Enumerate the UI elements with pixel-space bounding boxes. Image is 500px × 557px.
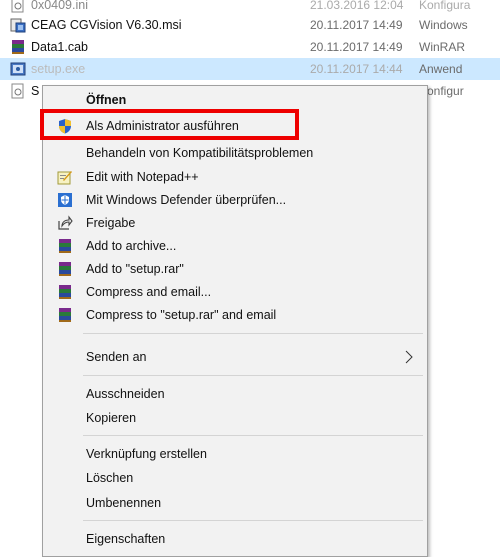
file-name: S: [31, 84, 40, 98]
menu-item-label: Compress to "setup.rar" and email: [86, 307, 277, 322]
msi-installer-icon: [10, 18, 26, 33]
menu-item-label: Edit with Notepad++: [86, 169, 199, 184]
menu-item-copy[interactable]: Kopieren: [43, 406, 427, 429]
menu-item-open[interactable]: Öffnen: [43, 88, 427, 111]
menu-item-send-to[interactable]: Senden an: [43, 345, 427, 368]
menu-item-label: Add to archive...: [86, 238, 177, 253]
context-menu: Öffnen Als Administrator ausführen Behan…: [42, 85, 428, 557]
menu-item-label: Löschen: [86, 470, 134, 485]
menu-item-label: Verknüpfung erstellen: [86, 446, 207, 461]
windows-defender-icon: [58, 192, 72, 207]
file-row-selected[interactable]: setup.exe 20.11.2017 14:44 Anwend: [0, 58, 500, 80]
menu-item-compress-email[interactable]: Compress and email...: [43, 280, 427, 303]
menu-separator: [83, 375, 423, 376]
file-type: Windows: [419, 18, 468, 32]
file-type: Anwend: [419, 62, 463, 76]
share-icon: [58, 214, 73, 230]
file-date: 20.11.2017 14:49: [310, 18, 403, 32]
winrar-icon: [59, 307, 71, 322]
winrar-icon: [59, 238, 71, 253]
menu-item-label: Compress and email...: [86, 284, 212, 299]
menu-item-create-shortcut[interactable]: Verknüpfung erstellen: [43, 442, 427, 465]
menu-item-label: Freigabe: [86, 215, 136, 230]
menu-item-add-to-setup-rar[interactable]: Add to "setup.rar": [43, 257, 427, 280]
chevron-right-icon: [405, 350, 413, 363]
winrar-icon: [59, 284, 71, 299]
menu-item-label: Öffnen: [86, 92, 127, 107]
file-name: CEAG CGVision V6.30.msi: [31, 18, 182, 32]
menu-item-label: Add to "setup.rar": [86, 261, 184, 276]
ini-file-icon: [11, 83, 24, 99]
menu-item-label: Senden an: [86, 349, 147, 364]
menu-item-label: Behandeln von Kompatibilitätsproblemen: [86, 145, 314, 160]
menu-item-label: Umbenennen: [86, 495, 162, 510]
menu-item-share[interactable]: Freigabe: [43, 211, 427, 234]
file-type: Konfigura: [419, 0, 471, 12]
menu-item-properties[interactable]: Eigenschaften: [43, 527, 427, 550]
winrar-archive-icon: [12, 40, 24, 54]
file-type: WinRAR: [419, 40, 466, 54]
menu-item-rename[interactable]: Umbenennen: [43, 491, 427, 514]
setup-exe-icon: [10, 62, 26, 76]
file-name: Data1.cab: [31, 40, 88, 54]
file-date: 20.11.2017 14:44: [310, 62, 403, 76]
annotation-highlight-box: [40, 109, 299, 140]
file-name: setup.exe: [31, 62, 86, 76]
menu-item-cut[interactable]: Ausschneiden: [43, 382, 427, 405]
notepad-plus-plus-icon: [57, 170, 72, 184]
winrar-icon: [59, 261, 71, 276]
menu-item-compatibility[interactable]: Behandeln von Kompatibilitätsproblemen: [43, 141, 427, 164]
menu-item-label: Eigenschaften: [86, 531, 166, 546]
menu-item-label: Ausschneiden: [86, 386, 165, 401]
menu-item-add-to-archive[interactable]: Add to archive...: [43, 234, 427, 257]
file-row[interactable]: Data1.cab 20.11.2017 14:49 WinRAR: [0, 36, 500, 58]
menu-separator: [83, 520, 423, 521]
file-name: 0x0409.ini: [31, 0, 88, 12]
menu-item-defender-scan[interactable]: Mit Windows Defender überprüfen...: [43, 188, 427, 211]
menu-separator: [83, 333, 423, 334]
file-row[interactable]: CEAG CGVision V6.30.msi 20.11.2017 14:49…: [0, 14, 500, 36]
menu-separator: [83, 435, 423, 436]
file-date: 20.11.2017 14:49: [310, 40, 403, 54]
menu-item-label: Mit Windows Defender überprüfen...: [86, 192, 287, 207]
menu-item-edit-notepad[interactable]: Edit with Notepad++: [43, 165, 427, 188]
menu-item-label: Kopieren: [86, 410, 137, 425]
file-date: 21.03.2016 12:04: [310, 0, 404, 12]
ini-file-icon: [11, 0, 24, 13]
menu-item-delete[interactable]: Löschen: [43, 466, 427, 489]
menu-item-compress-setup-email[interactable]: Compress to "setup.rar" and email: [43, 303, 427, 326]
